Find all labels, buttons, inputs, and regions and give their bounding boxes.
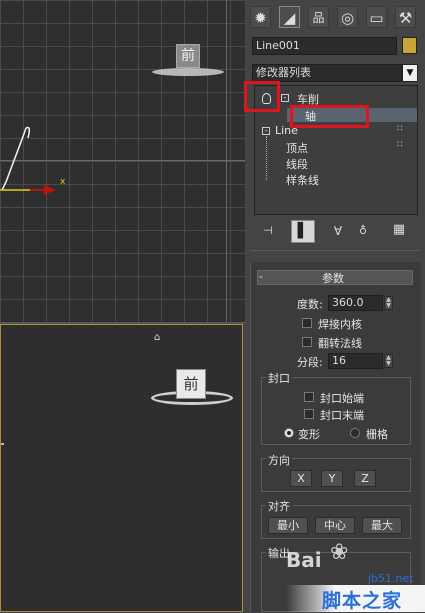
modifier-list-dropdown[interactable]: 修改器列表 bbox=[252, 64, 402, 82]
collapse-icon[interactable]: - bbox=[262, 127, 270, 135]
direction-title: 方向 bbox=[266, 452, 292, 468]
morph-label: 变形 bbox=[298, 428, 320, 441]
utilities-tab-icon[interactable]: ⚒ bbox=[395, 6, 416, 28]
degrees-label: 度数: bbox=[297, 298, 323, 311]
direction-x-button[interactable]: X bbox=[290, 470, 312, 487]
flip-normals-checkbox[interactable] bbox=[302, 337, 312, 347]
create-tab-icon[interactable]: ✹ bbox=[250, 6, 271, 28]
paw-icon: ❀ bbox=[330, 540, 349, 565]
align-max-button[interactable]: 最大 bbox=[362, 517, 402, 534]
panel-divider bbox=[250, 250, 420, 251]
segments-label: 分段: bbox=[297, 356, 323, 369]
watermark-site: jb51.net bbox=[368, 572, 414, 585]
weld-core-checkbox[interactable] bbox=[302, 318, 312, 328]
view-cube-face[interactable]: 前 bbox=[176, 369, 206, 399]
align-title: 对齐 bbox=[266, 498, 292, 514]
direction-y-button[interactable]: Y bbox=[321, 470, 343, 487]
degrees-input[interactable]: 360.0 bbox=[328, 295, 383, 311]
collapse-icon[interactable]: - bbox=[259, 270, 263, 283]
viewport-tick bbox=[1, 443, 4, 445]
front-viewport[interactable]: 前 x bbox=[0, 0, 245, 322]
segments-spinner[interactable]: ▲ ▼ bbox=[384, 354, 393, 368]
direction-z-button[interactable]: Z bbox=[354, 470, 376, 487]
grid-radio[interactable] bbox=[350, 428, 360, 438]
weld-core-label: 焊接内核 bbox=[318, 318, 362, 331]
segments-input[interactable]: 16 bbox=[328, 353, 383, 369]
cap-end-checkbox[interactable] bbox=[304, 409, 314, 419]
make-unique-icon[interactable]: ∀ bbox=[330, 224, 346, 240]
view-cube-ring bbox=[152, 68, 224, 76]
configure-sets-icon[interactable]: ▦ bbox=[390, 222, 408, 240]
stack-item-vertex[interactable]: 顶点 bbox=[286, 140, 308, 156]
display-tab-icon[interactable]: ▭ bbox=[366, 6, 387, 28]
capping-title: 封口 bbox=[266, 370, 292, 386]
stack-item-segment[interactable]: 线段 bbox=[286, 156, 308, 172]
rollout-title[interactable]: 参数 bbox=[322, 270, 344, 286]
degrees-spinner[interactable]: ▲ ▼ bbox=[384, 296, 393, 310]
object-name-field[interactable]: Line001 bbox=[252, 37, 397, 55]
hierarchy-tab-icon[interactable]: 品 bbox=[308, 6, 329, 28]
perspective-viewport[interactable]: ⌂ 前 bbox=[0, 324, 243, 612]
watermark-brand: 脚本之家 bbox=[322, 590, 403, 612]
remove-modifier-icon[interactable]: ♁ bbox=[356, 224, 370, 240]
morph-radio-dot bbox=[287, 431, 291, 435]
cap-end-label: 封口末端 bbox=[320, 409, 364, 422]
highlight-box-lightbulb bbox=[244, 81, 280, 112]
pin-stack-icon[interactable]: ⊣ bbox=[259, 224, 277, 240]
cap-start-checkbox[interactable] bbox=[304, 392, 314, 402]
object-color-swatch[interactable] bbox=[402, 37, 417, 54]
cap-start-label: 封口始端 bbox=[320, 392, 364, 405]
view-cube-persp[interactable]: 前 bbox=[151, 365, 233, 411]
flip-normals-label: 翻转法线 bbox=[318, 337, 362, 350]
stack-item-spline[interactable]: 样条线 bbox=[286, 172, 319, 188]
tree-line bbox=[266, 136, 268, 180]
view-cube-top[interactable]: 前 bbox=[152, 42, 224, 78]
vertex-dots-icon: ∷ bbox=[397, 124, 403, 134]
grid-label: 栅格 bbox=[366, 428, 388, 441]
align-center-button[interactable]: 中心 bbox=[315, 517, 355, 534]
modify-tab-icon[interactable]: ◢ bbox=[279, 6, 300, 28]
view-cube-face[interactable]: 前 bbox=[176, 44, 200, 68]
motion-tab-icon[interactable]: ◎ bbox=[337, 6, 358, 28]
axis-x-label: x bbox=[60, 177, 66, 187]
show-end-result-icon[interactable]: ▌ bbox=[291, 220, 315, 243]
home-icon[interactable]: ⌂ bbox=[154, 333, 164, 343]
align-min-button[interactable]: 最小 bbox=[268, 517, 308, 534]
highlight-box-axis bbox=[290, 105, 369, 128]
watermark-logo: Bai bbox=[286, 548, 322, 572]
collapse-icon[interactable]: - bbox=[281, 94, 289, 102]
vertex-dots-icon: ∷ bbox=[397, 140, 403, 150]
chevron-down-icon[interactable]: ▼ bbox=[402, 64, 418, 82]
